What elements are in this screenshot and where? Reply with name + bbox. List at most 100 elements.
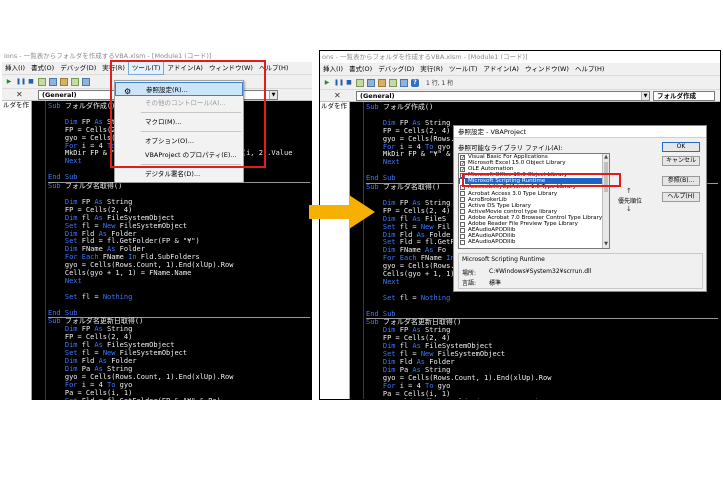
menu-item[interactable]: ウィンドウ(W) (522, 63, 572, 75)
checkbox[interactable] (460, 191, 465, 197)
location-value: C:¥Windows¥System32¥scrrun.dll (489, 268, 592, 275)
toolbox-icon[interactable] (82, 77, 90, 86)
reference-label: OLE Automation (468, 166, 514, 173)
menu-item[interactable]: 書式(O) (28, 62, 57, 74)
priority-label: 優先順位 (618, 198, 643, 205)
menu-item[interactable]: デバッグ(D) (57, 62, 99, 74)
chevron-down-icon[interactable]: ▼ (641, 91, 649, 100)
scroll-up-icon[interactable]: ▲ (603, 154, 609, 161)
properties-icon[interactable] (378, 78, 386, 87)
checkbox[interactable] (460, 209, 465, 215)
help-button[interactable]: ヘルプ(H) (662, 192, 700, 202)
window-title: ons - 一覧表からフォルダを作成するVBA.xlsm - [Module1 … (320, 51, 720, 63)
group-title: Microsoft Scripting Runtime (462, 256, 545, 263)
project-explorer-icon[interactable] (49, 77, 57, 86)
language-label: 言語: (462, 280, 477, 287)
checkbox[interactable] (460, 215, 465, 221)
cursor-position: 1 行, 1 桁 (426, 80, 454, 87)
break-icon[interactable]: ❚❚ (16, 78, 26, 86)
checkbox[interactable] (460, 233, 465, 239)
checkbox[interactable] (460, 227, 465, 233)
code-gutter (32, 101, 46, 400)
reference-label: AEAudioAPODIlib (468, 239, 516, 246)
design-mode-icon[interactable] (38, 77, 46, 86)
object-combo-value: (General) (360, 91, 395, 100)
priority-up-icon[interactable]: ↑ (626, 187, 632, 195)
reference-label: Microsoft Excel 15.0 Object Library (468, 160, 566, 167)
object-combo[interactable]: (General) ▼ (356, 90, 650, 101)
close-icon[interactable]: ✕ (320, 91, 348, 100)
menu-item[interactable]: ツール(T) (446, 63, 481, 75)
location-label: 場所: (462, 270, 477, 277)
reference-info-group: Microsoft Scripting Runtime 場所: C:¥Windo… (458, 253, 703, 289)
project-item[interactable]: ルダを作 (2, 101, 31, 109)
scroll-down-icon[interactable]: ▼ (603, 241, 609, 248)
ok-button[interactable]: OK (662, 142, 700, 152)
code-line: Set Fld = fl.GetFolder(FP & "¥" & Pa) (48, 397, 310, 400)
project-explorer: ルダを作 (320, 102, 350, 399)
project-explorer-icon[interactable] (367, 78, 375, 87)
menu-item[interactable]: 実行(R) (417, 63, 446, 75)
menu-item[interactable]: デバッグ(D) (375, 63, 417, 75)
toolbox-icon[interactable] (400, 78, 408, 87)
help-icon[interactable]: ? (411, 78, 419, 87)
menu-item[interactable]: ヘルプ(H) (572, 63, 607, 75)
close-icon[interactable]: ✕ (2, 90, 30, 99)
code-gutter (350, 102, 364, 399)
priority-down-icon[interactable]: ↓ (626, 205, 632, 213)
reference-label: Visual Basic For Applications (468, 154, 548, 160)
run-icon[interactable]: ▶ (323, 79, 331, 87)
checkbox[interactable] (460, 239, 465, 245)
reference-label: Active DS Type Library (468, 202, 531, 209)
run-icon[interactable]: ▶ (5, 78, 13, 86)
menu-item[interactable]: 挿入(I) (2, 62, 28, 74)
menu-item[interactable]: 書式(O) (346, 63, 375, 75)
cancel-button[interactable]: キャンセル (662, 156, 700, 166)
library-list-scrollbar[interactable]: ▲ ▼ (602, 154, 609, 248)
references-dialog: 参照設定 - VBAProject 参照可能なライブラリ ファイル(A): ✓ V… (453, 125, 707, 292)
tools-menu-item[interactable]: デジタル署名(D)... (115, 167, 243, 181)
reference-label: AcroBrokerLib (468, 196, 507, 203)
code-line: Sub フォルダ作成() (366, 103, 434, 111)
checkbox[interactable]: ✓ (460, 166, 465, 172)
code-header: ✕ (General) ▼ フォルダ作成 (320, 90, 720, 102)
library-list[interactable]: ✓ Visual Basic For Applications ✓ Microsoft… (458, 153, 610, 249)
menu-item[interactable]: 挿入(I) (320, 63, 346, 75)
reference-label: Adobe Reader File Preview Type Library (468, 221, 578, 228)
break-icon[interactable]: ❚❚ (334, 79, 344, 87)
project-item[interactable]: ルダを作 (320, 102, 349, 110)
reset-icon[interactable]: ■ (27, 78, 35, 86)
object-browser-icon[interactable] (71, 77, 79, 86)
right-arrow-icon (309, 195, 375, 229)
checkbox[interactable] (460, 203, 465, 209)
code-line: Set fl = Nothing (64, 292, 133, 301)
procedure-combo[interactable]: フォルダ作成 (653, 90, 715, 101)
chevron-down-icon[interactable]: ▼ (269, 90, 277, 99)
reference-row[interactable]: AEAudioAPODIlib (459, 239, 609, 245)
object-browser-icon[interactable] (389, 78, 397, 87)
object-combo-value: (General) (42, 90, 77, 99)
reference-label: AEAudioAPODIlib (468, 233, 516, 240)
procedure-combo-value: フォルダ作成 (657, 91, 696, 100)
code-line: Set fl = Nothing (382, 293, 451, 302)
checkbox[interactable] (460, 197, 465, 203)
design-mode-icon[interactable] (356, 78, 364, 87)
properties-icon[interactable] (60, 77, 68, 86)
menu-item[interactable]: アドイン(A) (480, 63, 522, 75)
library-list-label: 参照可能なライブラリ ファイル(A): (458, 144, 563, 152)
reference-label: Acrobat Access 3.0 Type Library (468, 190, 558, 197)
browse-button[interactable]: 参照(B)... (662, 176, 700, 186)
checkbox[interactable] (460, 221, 465, 227)
project-explorer: ルダを作 (2, 101, 32, 400)
checkbox[interactable]: ✓ (460, 160, 465, 166)
reset-icon[interactable]: ■ (345, 79, 353, 87)
code-line: Next (64, 276, 82, 285)
tools-menu-item-label: デジタル署名(D)... (145, 170, 201, 178)
toolbar: ▶ ❚❚ ■ ? 1 行, 1 桁 (320, 76, 720, 90)
checkbox[interactable]: ✓ (460, 154, 465, 160)
code-line: Sub フォルダ名取得() (48, 182, 310, 191)
highlight-box-tools (110, 60, 266, 168)
code-line: Cells(gyo + 1, 1) = FName.Name (48, 269, 192, 278)
